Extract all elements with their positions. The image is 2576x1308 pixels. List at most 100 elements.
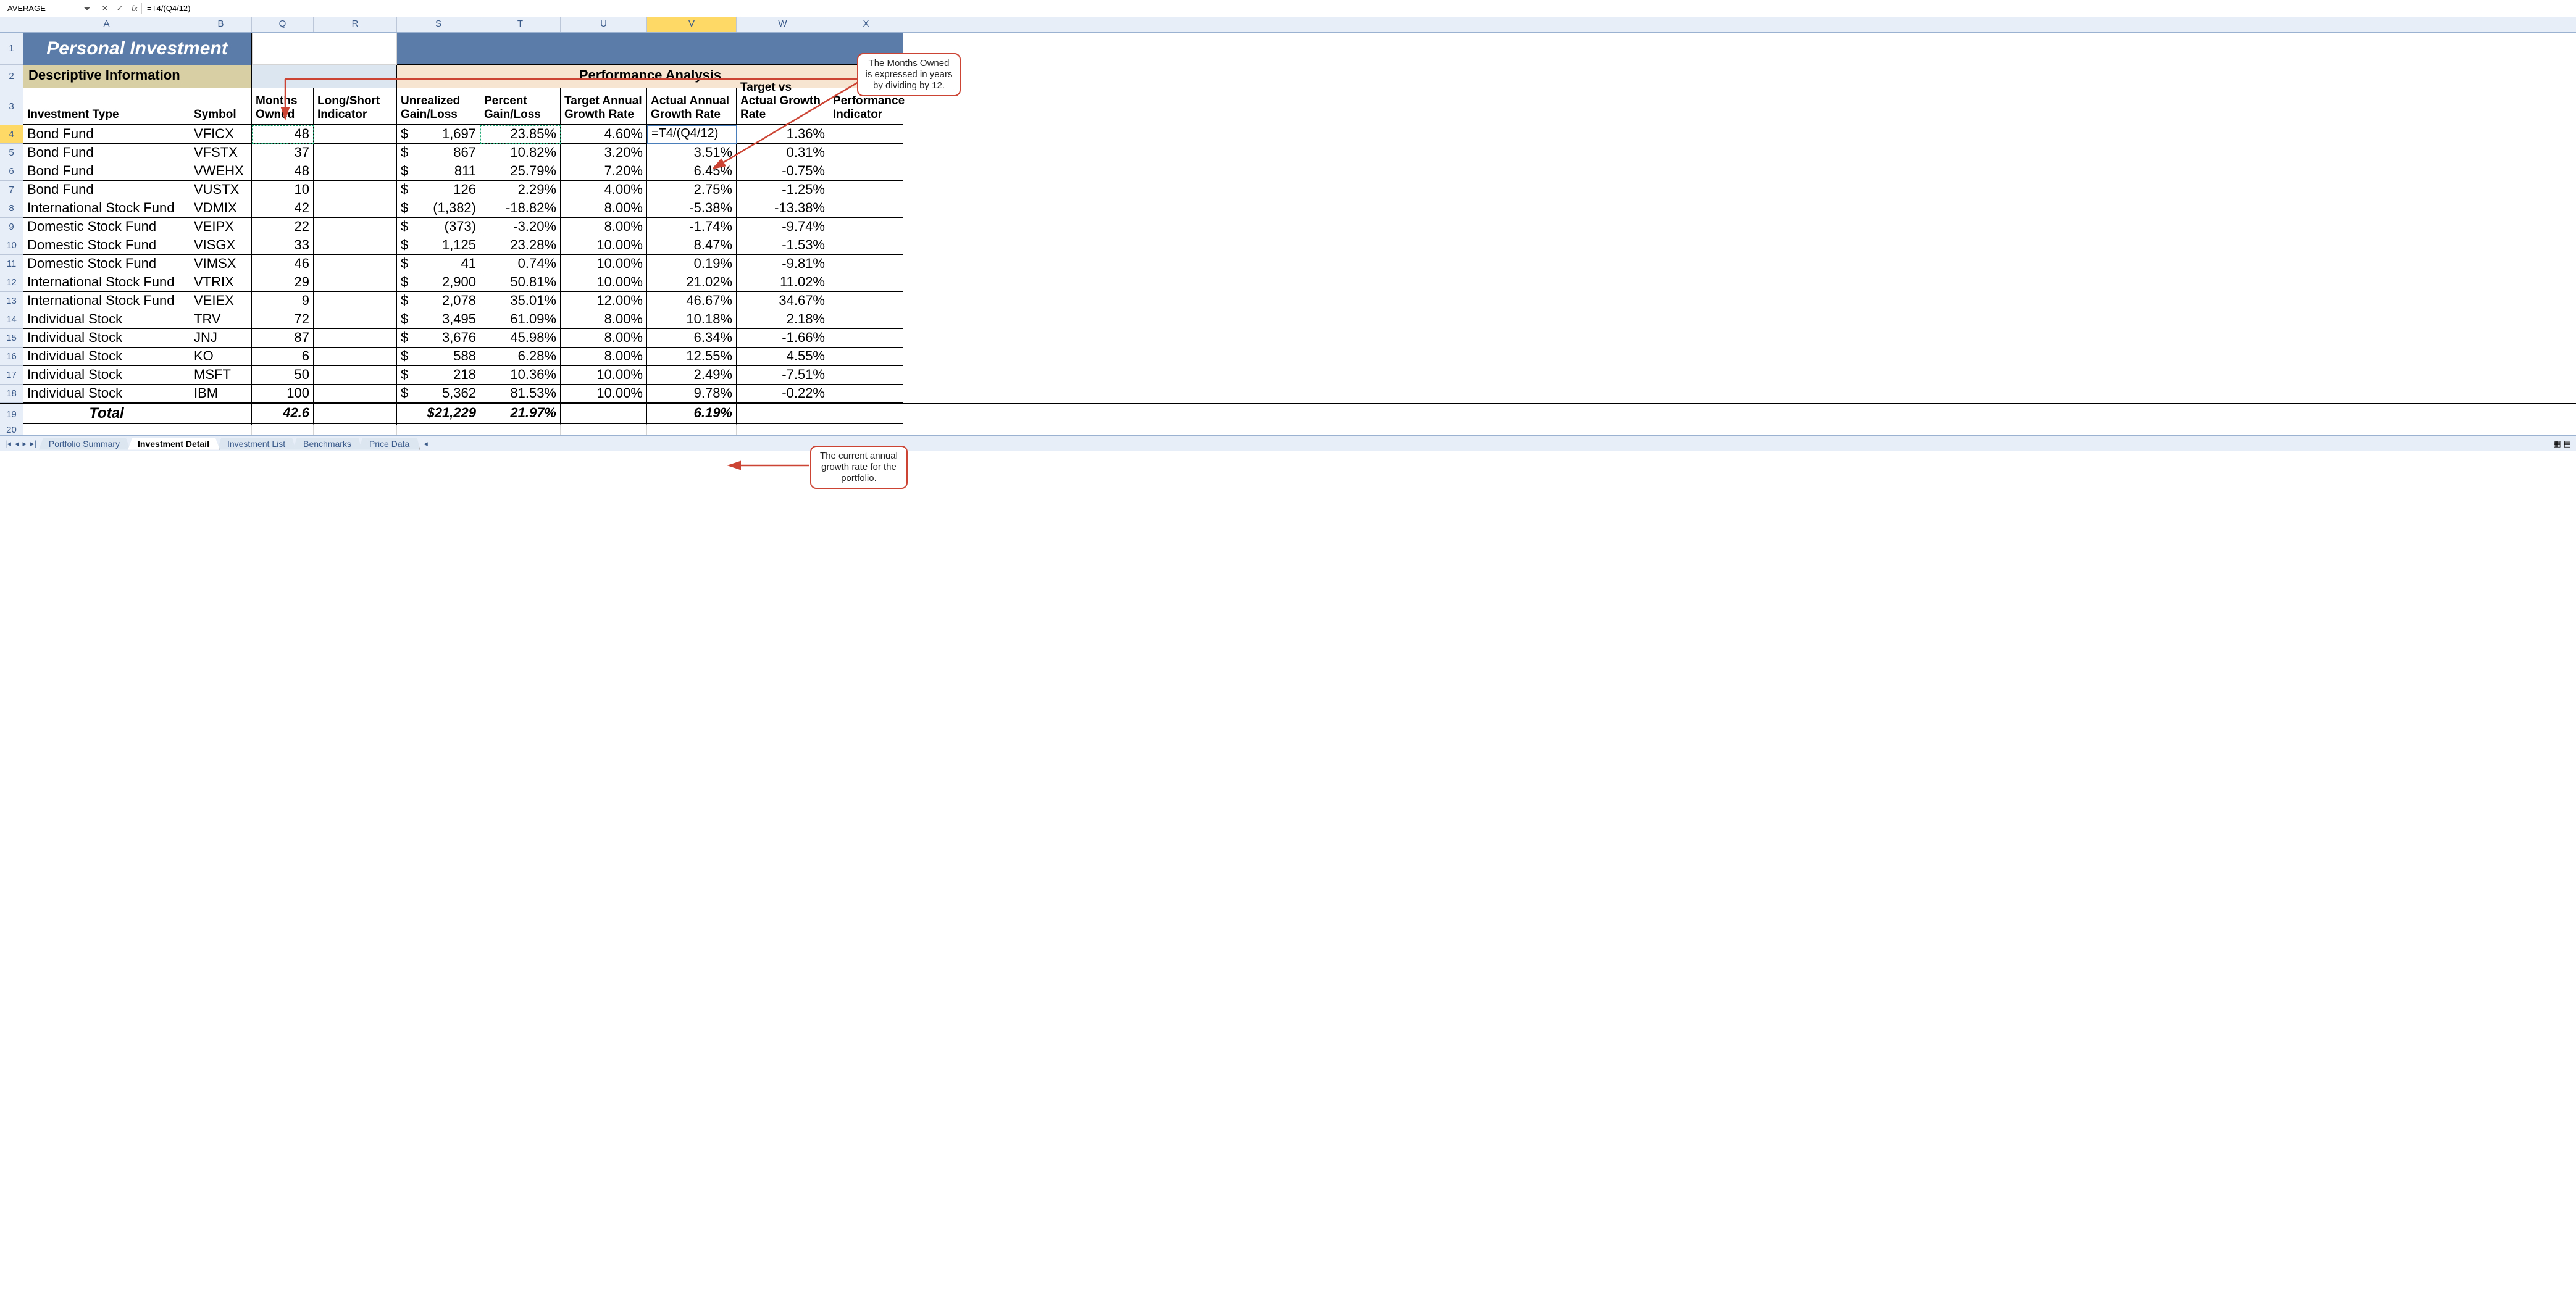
cell-A20[interactable] xyxy=(23,425,190,435)
cell-V16[interactable]: 12.55% xyxy=(647,348,737,366)
cell-S20[interactable] xyxy=(397,425,480,435)
cell-A6[interactable]: Bond Fund xyxy=(23,162,190,181)
cell-S17[interactable]: $218 xyxy=(397,366,480,385)
cell-X4[interactable] xyxy=(829,125,903,144)
cell-T10[interactable]: 23.28% xyxy=(480,236,561,255)
cell-W17[interactable]: -7.51% xyxy=(737,366,829,385)
cell-W15[interactable]: -1.66% xyxy=(737,329,829,348)
tab-nav-last-icon[interactable]: ▸| xyxy=(30,439,36,449)
cell-B17[interactable]: MSFT xyxy=(190,366,252,385)
cell-T16[interactable]: 6.28% xyxy=(480,348,561,366)
column-header-R[interactable]: R xyxy=(314,17,397,32)
cell-Q6[interactable]: 48 xyxy=(252,162,314,181)
cell-A7[interactable]: Bond Fund xyxy=(23,181,190,199)
cell-V9[interactable]: -1.74% xyxy=(647,218,737,236)
cell-Q14[interactable]: 72 xyxy=(252,310,314,329)
cell-U5[interactable]: 3.20% xyxy=(561,144,647,162)
cell-V20[interactable] xyxy=(647,425,737,435)
cell-S15[interactable]: $3,676 xyxy=(397,329,480,348)
cell-U18[interactable]: 10.00% xyxy=(561,385,647,403)
header-V[interactable]: Actual Annual Growth Rate xyxy=(647,88,737,125)
tab-nav-prev-icon[interactable]: ◂ xyxy=(15,439,19,449)
cell-R16[interactable] xyxy=(314,348,397,366)
row-header-14[interactable]: 14 xyxy=(0,310,23,329)
total-cell-B[interactable] xyxy=(190,404,252,425)
cell-U14[interactable]: 8.00% xyxy=(561,310,647,329)
column-header-W[interactable]: W xyxy=(737,17,829,32)
cell-V14[interactable]: 10.18% xyxy=(647,310,737,329)
cell-R7[interactable] xyxy=(314,181,397,199)
cell-W13[interactable]: 34.67% xyxy=(737,292,829,310)
sheet-tab-portfolio-summary[interactable]: Portfolio Summary xyxy=(39,438,130,450)
cell-V10[interactable]: 8.47% xyxy=(647,236,737,255)
cell-B10[interactable]: VISGX xyxy=(190,236,252,255)
cell-B6[interactable]: VWEHX xyxy=(190,162,252,181)
sheet-tab-investment-list[interactable]: Investment List xyxy=(217,438,296,450)
cell-U20[interactable] xyxy=(561,425,647,435)
cell-Q11[interactable]: 46 xyxy=(252,255,314,273)
cell-Q8[interactable]: 42 xyxy=(252,199,314,218)
cell-W6[interactable]: -0.75% xyxy=(737,162,829,181)
cell-X12[interactable] xyxy=(829,273,903,292)
cell-X15[interactable] xyxy=(829,329,903,348)
cell-B4[interactable]: VFICX xyxy=(190,125,252,144)
cell-Q17[interactable]: 50 xyxy=(252,366,314,385)
cell-B5[interactable]: VFSTX xyxy=(190,144,252,162)
total-cell-A[interactable]: Total xyxy=(23,404,190,425)
cell-W4[interactable]: 1.36% xyxy=(737,125,829,144)
cell-U17[interactable]: 10.00% xyxy=(561,366,647,385)
select-all-corner[interactable] xyxy=(0,17,23,32)
cell-T18[interactable]: 81.53% xyxy=(480,385,561,403)
header-U[interactable]: Target Annual Growth Rate xyxy=(561,88,647,125)
cell-R13[interactable] xyxy=(314,292,397,310)
cell-B14[interactable]: TRV xyxy=(190,310,252,329)
cell-X16[interactable] xyxy=(829,348,903,366)
cell-T11[interactable]: 0.74% xyxy=(480,255,561,273)
cell-S9[interactable]: $(373) xyxy=(397,218,480,236)
row-header-16[interactable]: 16 xyxy=(0,348,23,366)
cell-S8[interactable]: $(1,382) xyxy=(397,199,480,218)
cell-Q13[interactable]: 9 xyxy=(252,292,314,310)
view-page-icon[interactable]: ▤ xyxy=(2564,439,2571,449)
cell-Q18[interactable]: 100 xyxy=(252,385,314,403)
cell-Q10[interactable]: 33 xyxy=(252,236,314,255)
cell-S12[interactable]: $2,900 xyxy=(397,273,480,292)
cell-V17[interactable]: 2.49% xyxy=(647,366,737,385)
row-header-8[interactable]: 8 xyxy=(0,199,23,218)
total-cell-S[interactable]: $21,229 xyxy=(397,404,480,425)
cell-B16[interactable]: KO xyxy=(190,348,252,366)
tab-scroll-icon[interactable]: ◂ xyxy=(424,439,428,449)
row-header-7[interactable]: 7 xyxy=(0,181,23,199)
enter-icon[interactable]: ✓ xyxy=(114,3,125,14)
sheet-tab-price-data[interactable]: Price Data xyxy=(359,438,420,450)
sheet-tab-benchmarks[interactable]: Benchmarks xyxy=(293,438,362,450)
formula-input[interactable] xyxy=(143,2,2574,14)
row-header-9[interactable]: 9 xyxy=(0,218,23,236)
cell-X11[interactable] xyxy=(829,255,903,273)
cell-A9[interactable]: Domestic Stock Fund xyxy=(23,218,190,236)
cell-A16[interactable]: Individual Stock xyxy=(23,348,190,366)
cell-R15[interactable] xyxy=(314,329,397,348)
header-T[interactable]: Percent Gain/Loss xyxy=(480,88,561,125)
cell-S16[interactable]: $588 xyxy=(397,348,480,366)
cell-Q5[interactable]: 37 xyxy=(252,144,314,162)
cell-V7[interactable]: 2.75% xyxy=(647,181,737,199)
cell-R18[interactable] xyxy=(314,385,397,403)
cell-T14[interactable]: 61.09% xyxy=(480,310,561,329)
row-header-12[interactable]: 12 xyxy=(0,273,23,292)
cell-V18[interactable]: 9.78% xyxy=(647,385,737,403)
cell-X18[interactable] xyxy=(829,385,903,403)
view-normal-icon[interactable]: ▦ xyxy=(2553,439,2561,449)
cell-U6[interactable]: 7.20% xyxy=(561,162,647,181)
cell-A8[interactable]: International Stock Fund xyxy=(23,199,190,218)
cell-T9[interactable]: -3.20% xyxy=(480,218,561,236)
cell-V4[interactable]: =T4/(Q4/12) xyxy=(647,125,737,144)
cell-R20[interactable] xyxy=(314,425,397,435)
cell-B12[interactable]: VTRIX xyxy=(190,273,252,292)
row-header-18[interactable]: 18 xyxy=(0,385,23,403)
cell-A4[interactable]: Bond Fund xyxy=(23,125,190,144)
cell-R9[interactable] xyxy=(314,218,397,236)
row-header-1[interactable]: 1 xyxy=(0,33,23,65)
cell-A13[interactable]: International Stock Fund xyxy=(23,292,190,310)
cell-B13[interactable]: VEIEX xyxy=(190,292,252,310)
